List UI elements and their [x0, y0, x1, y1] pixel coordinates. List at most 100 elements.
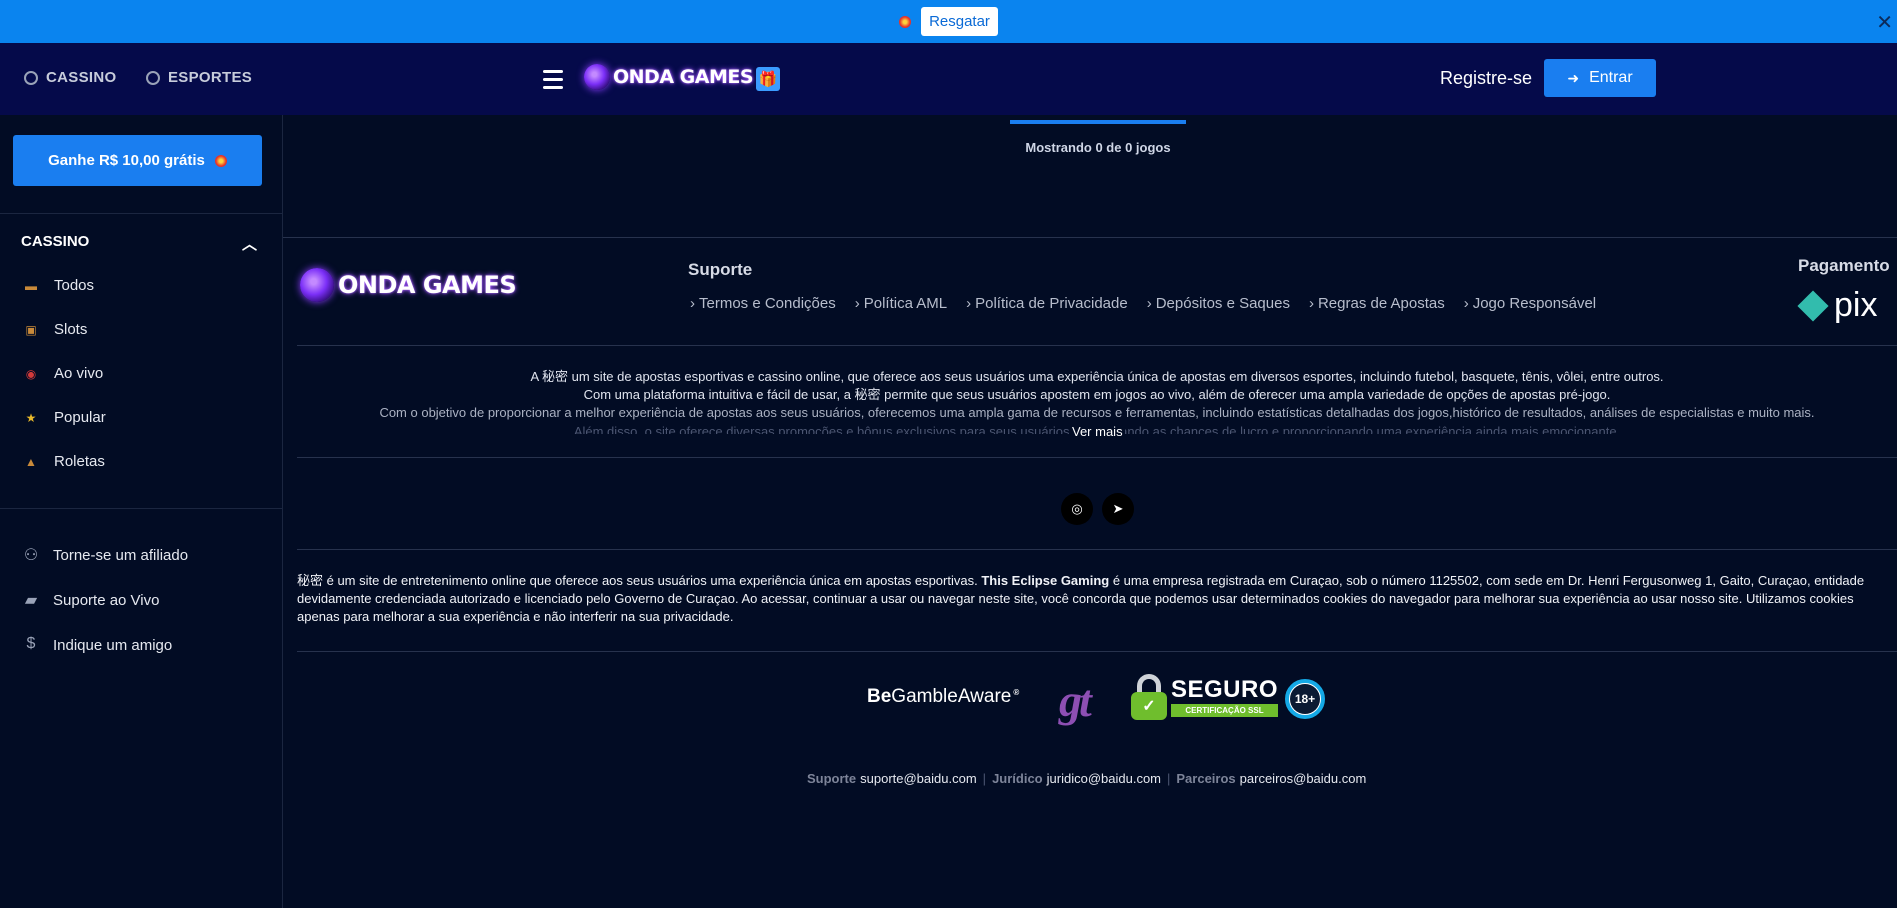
- sidebar-item-label: Slots: [54, 321, 88, 338]
- sidebar: Ganhe R$ 10,00 grátis CASSINO ︿ ▬ Todos …: [0, 115, 283, 908]
- divider: [0, 508, 283, 509]
- treasure-chest-icon: ▬: [25, 278, 37, 293]
- footer-logo-text: ONDA GAMES: [338, 271, 517, 299]
- casino-category-toggle[interactable]: CASSINO ︿: [21, 233, 257, 254]
- payment-title: Pagamento: [1798, 256, 1890, 275]
- telegram-icon[interactable]: ➤: [1102, 493, 1134, 525]
- soccer-ball-icon: [146, 70, 160, 85]
- nav-casino[interactable]: CASSINO: [24, 69, 116, 86]
- live-icon: ◉: [25, 366, 37, 381]
- free-bonus-button[interactable]: Ganhe R$ 10,00 grátis: [13, 135, 262, 186]
- separator: |: [982, 771, 987, 786]
- divider: [297, 457, 1897, 458]
- login-label: Entrar: [1589, 69, 1633, 86]
- gt-badge[interactable]: gt: [1059, 674, 1092, 727]
- about-paragraph: Com o objetivo de proporcionar a melhor …: [379, 405, 1815, 421]
- sidebar-item-label: Ao vivo: [54, 365, 104, 382]
- pix-logo: pix: [1797, 286, 1878, 325]
- gem-icon: [899, 15, 912, 28]
- footer-link-deposits[interactable]: Depósitos e Saques: [1147, 295, 1290, 312]
- footer-link-privacy[interactable]: Política de Privacidade: [966, 295, 1128, 312]
- age-18-badge: 18+: [1285, 679, 1325, 719]
- about-paragraph: A 秘密 um site de apostas esportivas e cas…: [530, 369, 1664, 384]
- logo-text: ONDA GAMES: [613, 66, 754, 88]
- footer-link-terms[interactable]: Termos e Condições: [690, 295, 836, 312]
- nav-sports-label: ESPORTES: [168, 69, 253, 86]
- divider: [297, 651, 1897, 652]
- login-button[interactable]: ➜ Entrar: [1544, 59, 1656, 97]
- about-paragraph: Com uma plataforma intuitiva e fácil de …: [583, 387, 1611, 403]
- ssl-badge-title: SEGURO: [1171, 675, 1279, 703]
- sidebar-item-label: Suporte ao Vivo: [53, 591, 160, 609]
- age-18-text: 18+: [1290, 684, 1320, 714]
- star-icon: ★: [25, 410, 37, 425]
- contact-label: Suporte: [807, 771, 857, 786]
- sidebar-item-todos[interactable]: ▬ Todos: [24, 277, 94, 294]
- top-header: CASSINO ESPORTES ONDA GAMES 🎁 Registre-s…: [0, 43, 1897, 115]
- contact-email[interactable]: parceiros@baidu.com: [1240, 771, 1367, 786]
- sidebar-item-live[interactable]: ◉ Ao vivo: [24, 365, 103, 382]
- chat-icon: ▰: [24, 592, 38, 609]
- affiliate-icon: ⚇: [23, 547, 39, 564]
- divider: [297, 345, 1897, 346]
- nav-casino-label: CASSINO: [46, 69, 117, 86]
- divider: [0, 213, 283, 214]
- sidebar-item-live-support[interactable]: ▰ Suporte ao Vivo: [21, 590, 160, 610]
- logo-icon: [584, 64, 610, 90]
- free-bonus-label: Ganhe R$ 10,00 grátis: [48, 152, 205, 169]
- casino-icon: [24, 70, 38, 85]
- separator: |: [1167, 771, 1171, 786]
- menu-icon[interactable]: [543, 70, 563, 94]
- casino-category-title: CASSINO: [21, 233, 90, 250]
- register-button[interactable]: Registre-se: [1440, 68, 1532, 89]
- divider: [283, 237, 1897, 238]
- contact-email[interactable]: suporte@baidu.com: [860, 771, 977, 786]
- logo-icon: [300, 268, 334, 302]
- promo-bar: Resgatar ✕: [0, 0, 1897, 43]
- divider: [297, 549, 1897, 550]
- begambleaware-be: Be: [867, 686, 892, 707]
- sidebar-item-label: Roletas: [54, 453, 105, 470]
- nav-sports[interactable]: ESPORTES: [146, 69, 252, 86]
- begambleaware-text: GambleAware: [891, 686, 1012, 707]
- lock-icon: ✓: [1131, 674, 1167, 720]
- footer-logo[interactable]: ONDA GAMES: [300, 268, 517, 302]
- begambleaware-badge[interactable]: BeGambleAware ®: [867, 686, 1019, 708]
- slot-machine-icon: ▣: [25, 322, 37, 337]
- roulette-icon: ▲: [25, 454, 37, 469]
- contact-label: Jurídico: [992, 771, 1043, 786]
- sidebar-item-roulette[interactable]: ▲ Roletas: [24, 453, 105, 470]
- contact-emails: Suporte suporte@baidu.com | Jurídico jur…: [807, 771, 1366, 786]
- sidebar-item-label: Todos: [54, 277, 95, 294]
- sidebar-item-affiliate[interactable]: ⚇ Torne-se um afiliado: [21, 545, 188, 565]
- sidebar-item-slots[interactable]: ▣ Slots: [24, 321, 87, 338]
- footer-link-aml[interactable]: Política AML: [855, 295, 947, 312]
- header-logo[interactable]: ONDA GAMES: [584, 64, 754, 90]
- sidebar-item-label: Torne-se um afiliado: [53, 546, 189, 564]
- pix-icon: [1797, 289, 1829, 322]
- ssl-badge-subtitle: CERTIFICAÇÃO SSL: [1171, 703, 1279, 717]
- gift-icon[interactable]: 🎁: [756, 67, 780, 91]
- games-count-text: Mostrando 0 de 0 jogos: [1025, 140, 1171, 155]
- instagram-icon[interactable]: ◎: [1061, 493, 1093, 525]
- sidebar-item-refer-friend[interactable]: $ Indique um amigo: [21, 635, 173, 655]
- support-title: Suporte: [688, 260, 753, 279]
- footer-link-responsible[interactable]: Jogo Responsável: [1464, 295, 1596, 312]
- registered-mark: ®: [1013, 687, 1020, 697]
- chevron-up-icon: ︿: [241, 236, 257, 253]
- sidebar-item-label: Popular: [54, 409, 106, 426]
- footer-link-betting-rules[interactable]: Regras de Apostas: [1309, 295, 1445, 312]
- contact-label: Parceiros: [1176, 771, 1236, 786]
- see-more-link[interactable]: Ver mais: [1070, 424, 1125, 439]
- legal-text: 秘密 é um site de entretenimento online qu…: [297, 572, 1887, 627]
- redeem-button[interactable]: Resgatar: [921, 7, 998, 36]
- pix-text: pix: [1834, 286, 1878, 324]
- tab-indicator: [1010, 120, 1186, 124]
- sidebar-item-popular[interactable]: ★ Popular: [24, 409, 106, 426]
- close-icon[interactable]: ✕: [1876, 10, 1893, 35]
- contact-email[interactable]: juridico@baidu.com: [1047, 771, 1161, 786]
- ssl-badge: ✓ SEGURO CERTIFICAÇÃO SSL: [1131, 674, 1279, 720]
- sidebar-item-label: Indique um amigo: [53, 636, 173, 654]
- footer-links: Termos e Condições Política AML Política…: [690, 295, 1615, 312]
- gem-icon: [214, 154, 227, 167]
